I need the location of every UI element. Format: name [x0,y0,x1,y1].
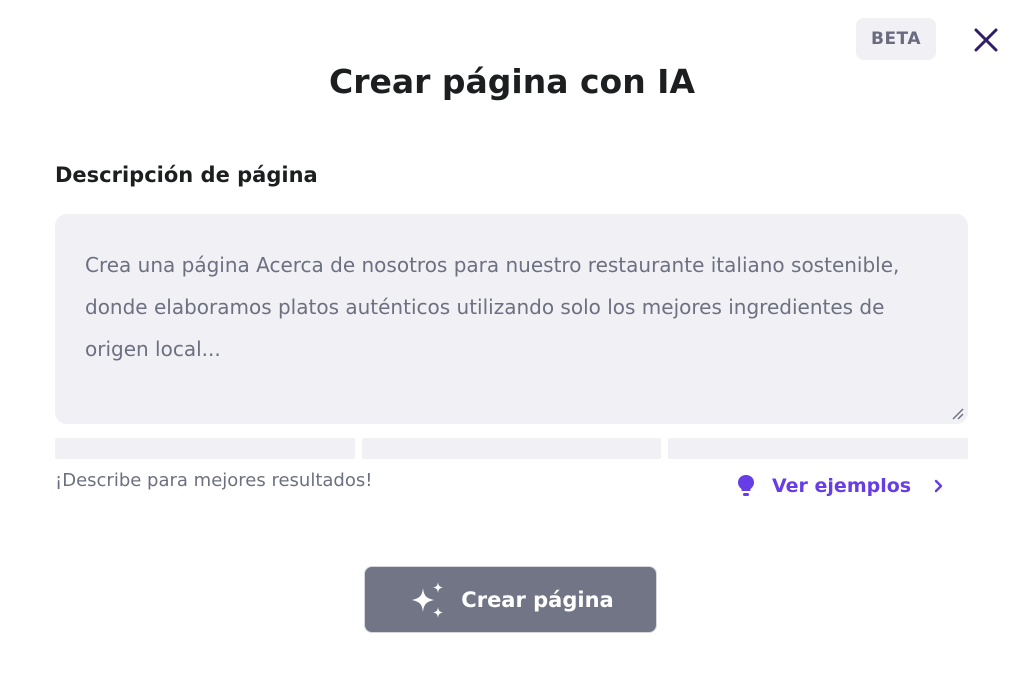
create-page-button[interactable]: Crear página [364,566,657,633]
create-page-label: Crear página [461,587,614,612]
close-button[interactable] [966,20,1006,60]
strength-segment [361,438,662,459]
see-examples-link[interactable]: Ver ejemplos [736,472,945,500]
sparkles-icon [412,581,444,618]
close-icon [974,28,998,52]
description-strength-meter [55,438,969,459]
resize-handle-icon[interactable] [950,406,964,420]
lightbulb-icon [738,475,754,496]
create-page-modal: BETA Crear página con IA Descripción de … [0,0,1024,689]
modal-title: Crear página con IA [328,62,695,101]
description-textarea[interactable] [55,214,968,424]
strength-segment [55,438,355,459]
see-examples-label: Ver ejemplos [772,475,912,497]
beta-badge: BETA [856,18,936,60]
description-hint: ¡Describe para mejores resultados! [55,470,373,491]
description-field [55,214,968,424]
description-label: Descripción de página [55,163,318,187]
strength-segment [668,438,969,459]
chevron-right-icon [934,479,943,493]
